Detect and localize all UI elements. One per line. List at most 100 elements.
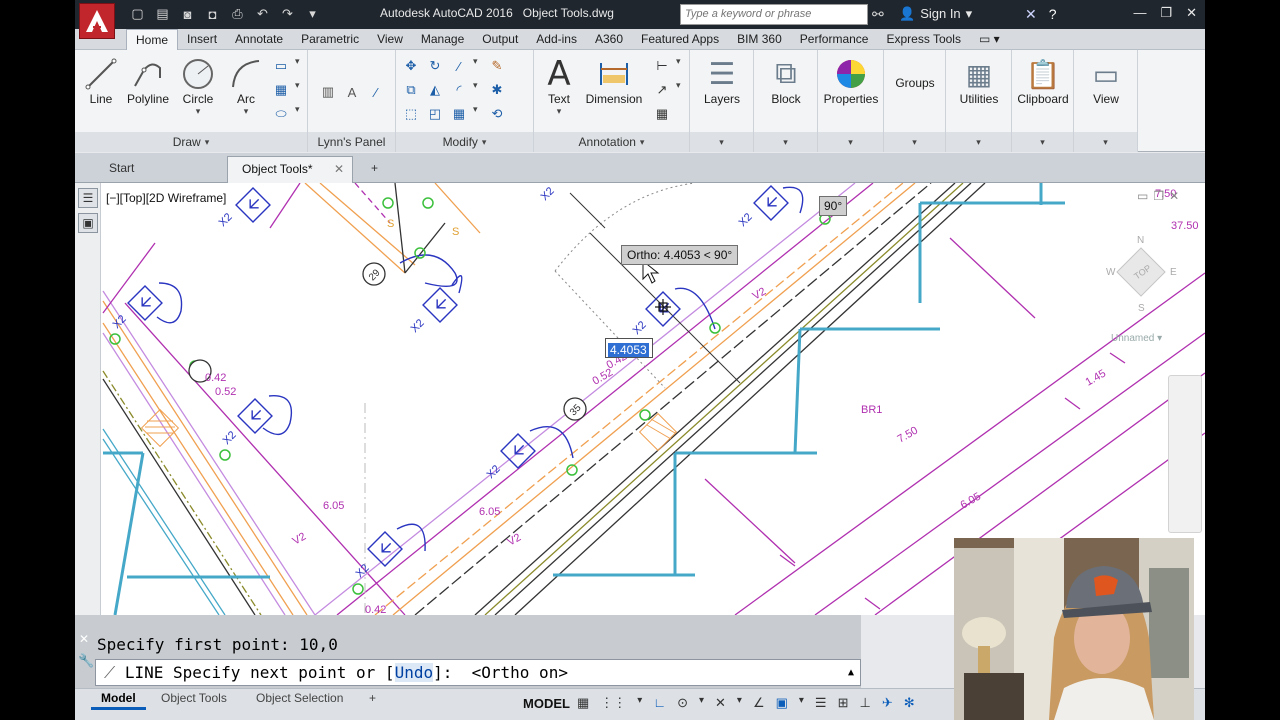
block-panel[interactable]: ⧉ Block ▾: [754, 50, 818, 152]
restore-icon[interactable]: ❐: [1160, 5, 1172, 21]
layer-toolbar-icon[interactable]: ☰: [78, 188, 98, 208]
dropdown-icon[interactable]: ▾: [637, 695, 642, 711]
selection-cycling-icon[interactable]: ▣: [776, 695, 788, 711]
text-tool[interactable]: A Text ▾: [542, 54, 576, 117]
array-icon[interactable]: ▦: [449, 104, 469, 124]
trim-icon[interactable]: ⁄: [449, 56, 469, 76]
utilities-panel[interactable]: ▦ Utilities ▾: [946, 50, 1012, 152]
snap-icon[interactable]: ⋮⋮: [600, 695, 626, 711]
properties-toolbar-icon[interactable]: ▣: [78, 213, 98, 233]
leader-icon[interactable]: ↗: [652, 80, 672, 100]
dimension-tool[interactable]: Dimension: [582, 56, 646, 106]
redo-icon[interactable]: ↷: [277, 4, 298, 24]
properties-panel[interactable]: Properties ▾: [818, 50, 884, 152]
tab-model[interactable]: Model: [91, 691, 146, 710]
scale-icon[interactable]: ◰: [425, 104, 445, 124]
add-layout-button[interactable]: +: [359, 691, 386, 705]
ucs-unnamed-dropdown[interactable]: Unnamed ▾: [1111, 333, 1162, 344]
tab-performance[interactable]: Performance: [791, 29, 878, 49]
ortho-icon[interactable]: ∟: [653, 695, 666, 711]
workspace-icon[interactable]: ✻: [904, 695, 915, 711]
tab-parametric[interactable]: Parametric: [292, 29, 368, 49]
print-icon[interactable]: ⎙: [227, 4, 248, 24]
viewport-controls-label[interactable]: [−][Top][2D Wireframe]: [106, 191, 226, 205]
tab-a360[interactable]: A360: [586, 29, 632, 49]
view-panel[interactable]: ▭ View ▾: [1074, 50, 1138, 152]
clipboard-panel[interactable]: 📋 Clipboard ▾: [1012, 50, 1074, 152]
undo-icon[interactable]: ↶: [252, 4, 273, 24]
lineweight-icon[interactable]: ∠: [753, 695, 765, 711]
tab-featured-apps[interactable]: Featured Apps: [632, 29, 728, 49]
tab-insert[interactable]: Insert: [178, 29, 226, 49]
annotation-monitor-icon[interactable]: ⊞: [838, 695, 849, 711]
restore-icon[interactable]: ❐: [1153, 189, 1164, 203]
polyline-tool[interactable]: Polyline: [123, 56, 173, 106]
grid-icon[interactable]: ▦: [577, 695, 589, 711]
circle-tool[interactable]: Circle ▾: [178, 56, 218, 117]
layers-panel[interactable]: ☰ Layers ▾: [690, 50, 754, 152]
minimize-icon[interactable]: —: [1133, 5, 1146, 21]
navigation-bar[interactable]: [1168, 375, 1202, 533]
polar-icon[interactable]: ⊙: [677, 695, 688, 711]
minimize-icon[interactable]: ▭: [1137, 189, 1148, 203]
tab-manage[interactable]: Manage: [412, 29, 473, 49]
move-icon[interactable]: ✥: [401, 56, 421, 76]
offset-icon[interactable]: ⟲: [487, 104, 507, 124]
mirror-icon[interactable]: ◭: [425, 80, 445, 100]
tab-view[interactable]: View: [368, 29, 412, 49]
close-icon[interactable]: ✕: [1169, 189, 1179, 203]
save-as-icon[interactable]: ◘: [202, 4, 223, 24]
wrench-icon[interactable]: 🔧: [78, 653, 94, 668]
annotation-scale-icon[interactable]: ✈: [882, 695, 893, 711]
dropdown-icon[interactable]: ▾: [737, 695, 742, 711]
new-file-icon[interactable]: ▢: [127, 4, 148, 24]
tab-object-selection-layout[interactable]: Object Selection: [246, 691, 353, 705]
tab-bim-360[interactable]: BIM 360: [728, 29, 791, 49]
tab-object-tools[interactable]: Object Tools* ✕: [227, 156, 353, 183]
close-tab-icon[interactable]: ✕: [334, 162, 344, 176]
application-menu-button[interactable]: [79, 3, 115, 39]
groups-panel[interactable]: Groups ▾: [884, 50, 946, 152]
command-history-dropdown-icon[interactable]: ▲: [848, 667, 854, 678]
dropdown-icon[interactable]: ▾: [699, 695, 704, 711]
explode-icon[interactable]: ✱: [487, 80, 507, 100]
customize-icon[interactable]: ☰: [815, 695, 827, 711]
arc-tool[interactable]: Arc ▾: [228, 56, 264, 117]
text-style-icon[interactable]: A: [342, 82, 362, 102]
hatch-icon[interactable]: ▦: [271, 80, 291, 100]
tab-output[interactable]: Output: [473, 29, 527, 49]
ribbon-minimize-button[interactable]: ▭ ▾: [970, 29, 1009, 49]
tab-home[interactable]: Home: [126, 29, 179, 51]
ucs-icon[interactable]: ⊥: [859, 695, 870, 711]
grid-tool-icon[interactable]: ▥: [318, 82, 338, 102]
rectangle-icon[interactable]: ▭: [271, 56, 291, 76]
stretch-icon[interactable]: ⬚: [401, 104, 421, 124]
command-input[interactable]: ⟋ LINE Specify next point or [Undo]: <Or…: [95, 659, 861, 686]
dropdown-icon[interactable]: ▾: [799, 695, 804, 711]
draw-panel-footer[interactable]: Draw ▾: [75, 132, 307, 152]
help-icon[interactable]: ?: [1049, 6, 1057, 23]
binoculars-icon[interactable]: ⚯: [872, 6, 884, 23]
dynamic-distance-input[interactable]: 4.4053: [605, 338, 653, 358]
undo-option[interactable]: Undo: [394, 663, 434, 682]
tab-express-tools[interactable]: Express Tools: [877, 29, 969, 49]
exchange-apps-icon[interactable]: ✕: [1025, 6, 1037, 23]
save-icon[interactable]: ◙: [177, 4, 198, 24]
sign-in-button[interactable]: 👤 Sign In ▾: [899, 6, 972, 22]
close-icon[interactable]: ✕: [1186, 5, 1197, 21]
ellipse-icon[interactable]: ⬭: [271, 104, 291, 124]
tab-annotate[interactable]: Annotate: [226, 29, 292, 49]
new-tab-button[interactable]: +: [361, 156, 395, 183]
annotation-panel-footer[interactable]: Annotation ▾: [534, 132, 689, 152]
table-icon[interactable]: ▦: [652, 104, 672, 124]
osnap-icon[interactable]: ✕: [715, 695, 726, 711]
model-space-toggle[interactable]: MODEL: [523, 696, 570, 711]
workspace-dropdown-icon[interactable]: ▾: [302, 4, 323, 24]
tab-add-ins[interactable]: Add-ins: [527, 29, 586, 49]
viewcube[interactable]: W E N S TOP: [1100, 231, 1182, 313]
tab-object-tools-layout[interactable]: Object Tools: [151, 691, 237, 705]
search-field[interactable]: [680, 4, 868, 25]
tab-start[interactable]: Start: [95, 156, 221, 183]
construction-line-icon[interactable]: ⁄: [366, 82, 386, 102]
lynns-panel-footer[interactable]: Lynn's Panel: [308, 132, 395, 152]
